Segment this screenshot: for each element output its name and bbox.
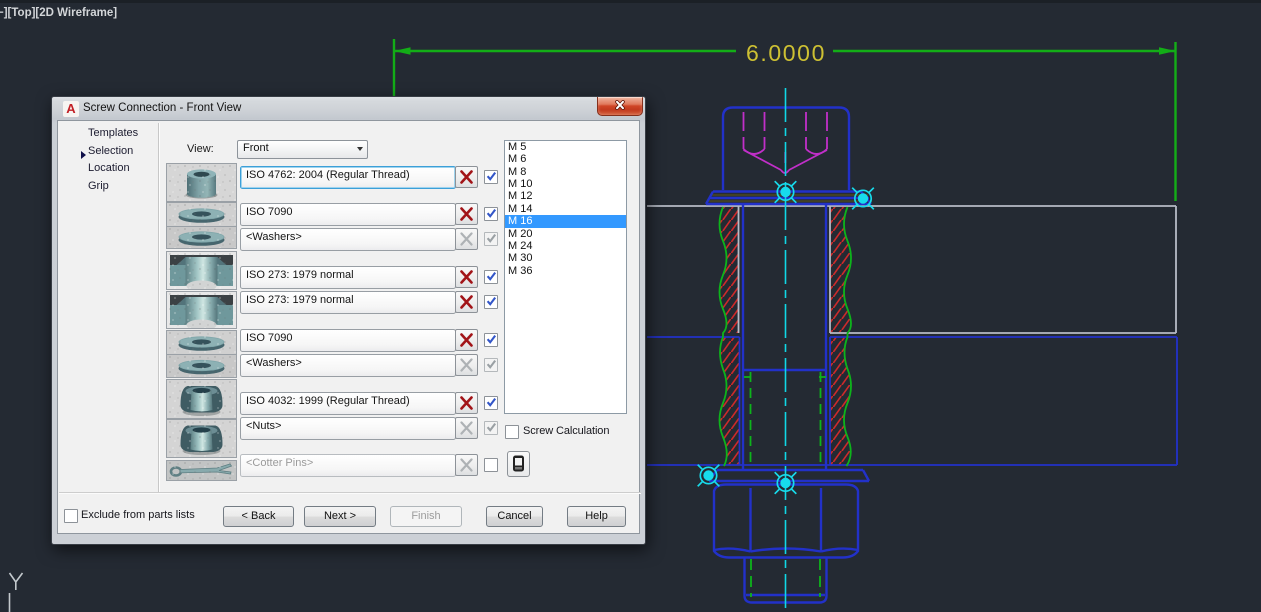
svg-text:6.0000: 6.0000	[746, 40, 826, 66]
